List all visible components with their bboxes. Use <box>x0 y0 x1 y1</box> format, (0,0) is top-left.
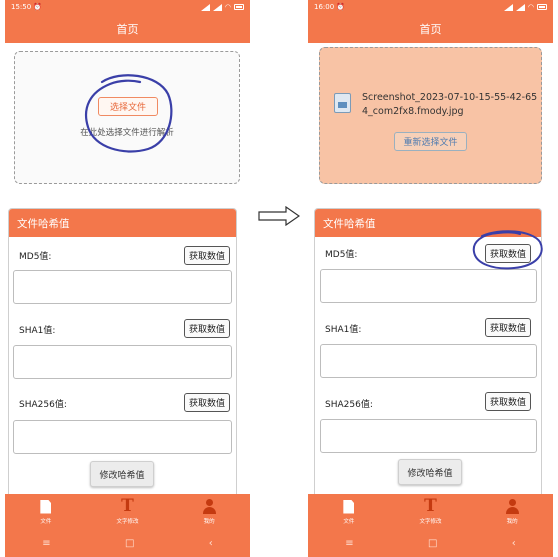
back-nav-icon[interactable]: ‹ <box>512 538 516 549</box>
document-icon <box>40 499 52 514</box>
tab-text-edit[interactable]: T 文字修改 <box>87 494 169 529</box>
system-nav-bar: ≡ □ ‹ <box>308 529 553 557</box>
sha256-field[interactable] <box>13 420 232 454</box>
modify-hash-button[interactable]: 修改哈希值 <box>90 461 154 487</box>
file-drop-zone[interactable]: 选择文件 在此处选择文件进行解析 <box>14 51 240 184</box>
menu-nav-icon[interactable]: ≡ <box>345 538 353 549</box>
status-bar: 15:50 ⏰ ◠ <box>5 0 250 14</box>
sha1-field[interactable] <box>13 345 232 379</box>
md5-field[interactable] <box>13 270 232 304</box>
sha1-label: SHA1值: <box>325 325 362 335</box>
battery-icon <box>537 4 547 10</box>
sha256-label: SHA256值: <box>325 400 373 410</box>
md5-label: MD5值: <box>325 250 358 260</box>
home-nav-icon[interactable]: □ <box>125 538 134 549</box>
status-time: 15:50 ⏰ <box>11 3 43 11</box>
bottom-tab-bar: 文件 T 文字修改 我的 <box>5 494 250 529</box>
selected-file-name: Screenshot_2023-07-10-15-55-42-654_com2f… <box>362 92 538 117</box>
status-time: 16:00 ⏰ <box>314 3 346 11</box>
reselect-file-button[interactable]: 重新选择文件 <box>394 132 467 151</box>
sha1-field[interactable] <box>320 344 537 378</box>
tab-mine[interactable]: 我的 <box>168 494 250 529</box>
file-hint-text: 在此处选择文件进行解析 <box>80 128 174 138</box>
get-sha256-button[interactable]: 获取数值 <box>184 393 230 412</box>
get-md5-button[interactable]: 获取数值 <box>184 246 230 265</box>
hash-card-header: 文件哈希值 <box>315 209 541 237</box>
page-title: 首页 <box>5 14 250 43</box>
phone-screen-after: 16:00 ⏰ ◠ 首页 Screenshot_2023-07-10-15-55… <box>308 0 553 557</box>
page-title: 首页 <box>308 14 553 43</box>
sha1-label: SHA1值: <box>19 326 56 336</box>
image-file-icon <box>334 93 351 113</box>
tab-mine[interactable]: 我的 <box>471 494 553 529</box>
md5-field[interactable] <box>320 269 537 303</box>
signal-icon <box>200 3 210 11</box>
alarm-clock-icon: ⏰ <box>33 3 43 11</box>
person-icon <box>505 499 520 514</box>
text-t-icon: T <box>121 496 134 516</box>
tab-text-edit[interactable]: T 文字修改 <box>390 494 472 529</box>
bottom-tab-bar: 文件 T 文字修改 我的 <box>308 494 553 529</box>
person-icon <box>202 499 217 514</box>
md5-label: MD5值: <box>19 252 52 262</box>
alarm-clock-icon: ⏰ <box>336 3 346 11</box>
wifi-icon: ◠ <box>224 3 231 11</box>
hash-card-header: 文件哈希值 <box>9 209 236 237</box>
home-nav-icon[interactable]: □ <box>428 538 437 549</box>
get-sha1-button[interactable]: 获取数值 <box>184 319 230 338</box>
flow-arrow-icon <box>258 206 300 226</box>
back-nav-icon[interactable]: ‹ <box>209 538 213 549</box>
modify-hash-button[interactable]: 修改哈希值 <box>398 459 462 485</box>
select-file-button[interactable]: 选择文件 <box>98 97 158 116</box>
hash-card: 文件哈希值 MD5值: 获取数值 SHA1值: 获取数值 SHA256值: 获取… <box>314 208 542 508</box>
signal-icon <box>212 3 222 11</box>
system-nav-bar: ≡ □ ‹ <box>5 529 250 557</box>
signal-icon <box>515 3 525 11</box>
sha256-field[interactable] <box>320 419 537 453</box>
menu-nav-icon[interactable]: ≡ <box>42 538 50 549</box>
get-sha1-button[interactable]: 获取数值 <box>485 318 531 337</box>
phone-screen-before: 15:50 ⏰ ◠ 首页 选择文件 在此处选择文件进行解析 文件哈希值 MD5值… <box>5 0 250 557</box>
hash-card: 文件哈希值 MD5值: 获取数值 SHA1值: 获取数值 SHA256值: 获取… <box>8 208 237 508</box>
signal-icon <box>503 3 513 11</box>
tab-file[interactable]: 文件 <box>5 494 87 529</box>
get-md5-button[interactable]: 获取数值 <box>485 244 531 263</box>
tab-file[interactable]: 文件 <box>308 494 390 529</box>
text-t-icon: T <box>424 496 437 516</box>
status-bar: 16:00 ⏰ ◠ <box>308 0 553 14</box>
battery-icon <box>234 4 244 10</box>
document-icon <box>343 499 355 514</box>
sha256-label: SHA256值: <box>19 400 67 410</box>
file-drop-zone[interactable]: Screenshot_2023-07-10-15-55-42-654_com2f… <box>319 47 542 184</box>
wifi-icon: ◠ <box>527 3 534 11</box>
get-sha256-button[interactable]: 获取数值 <box>485 392 531 411</box>
